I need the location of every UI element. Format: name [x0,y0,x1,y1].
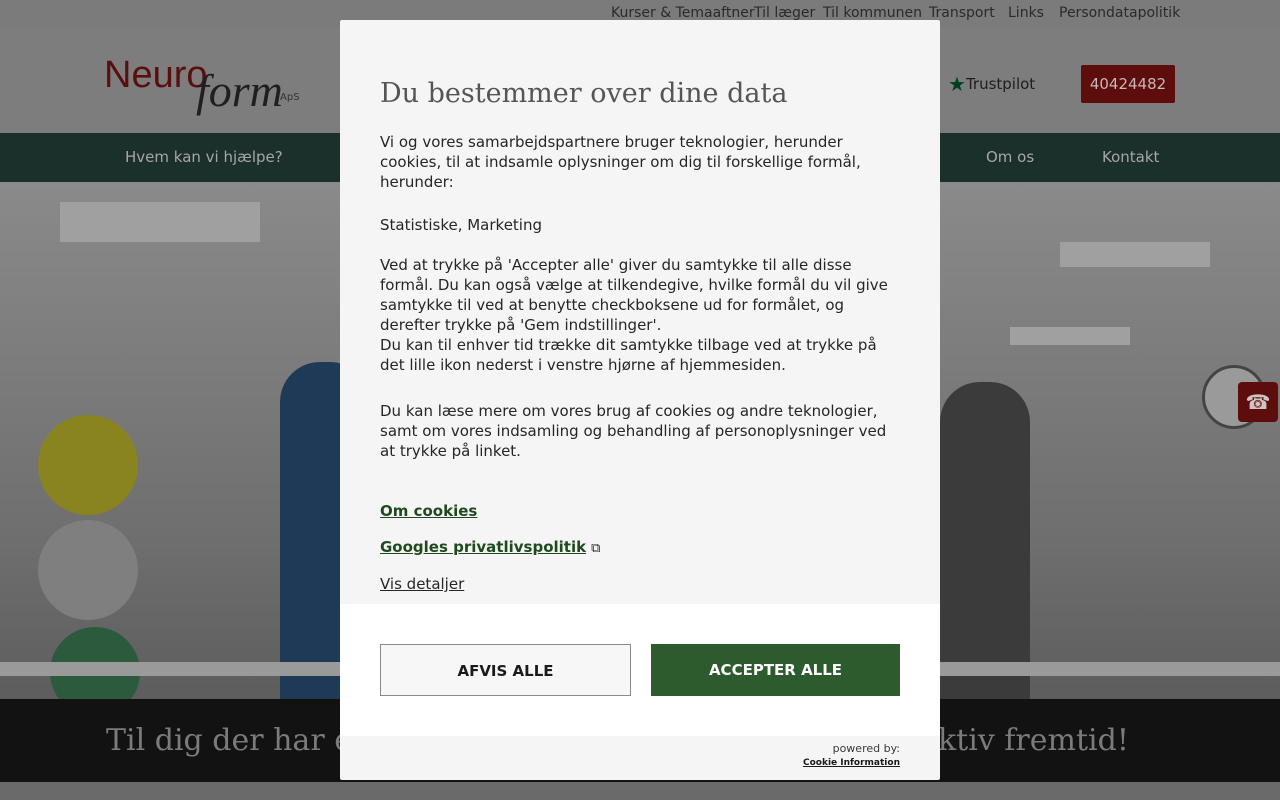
yellow-exercise-ball [38,415,138,515]
hero-tagline-left: Til dig der har en [106,723,372,758]
logo-aps-text: ApS [280,92,300,103]
top-link-kurser[interactable]: Kurser & Temaaftner [611,5,755,21]
google-privacy-link[interactable]: Googles privatlivspolitik ⧉ [380,538,600,556]
nav-item-hvem-kan-vi-hjaelpe[interactable]: Hvem kan vi hjælpe? [125,148,283,166]
page-bottom-strip [0,782,1280,800]
cookie-information-link[interactable]: Cookie Information [803,756,900,770]
top-link-links[interactable]: Links [1008,5,1044,21]
logo-neuro-text: Neuro [104,54,208,96]
om-cookies-link[interactable]: Om cookies [380,502,477,520]
top-link-kommunen[interactable]: Til kommunen [823,5,922,21]
withdraw-text: Du kan til enhver tid trække dit samtykk… [380,336,877,374]
logo-form-text: form [196,65,283,116]
top-link-laeger[interactable]: Til læger [754,5,815,21]
purposes-text: Statistiske, Marketing [380,216,542,234]
show-details-link[interactable]: Vis detaljer [380,575,464,593]
powered-by-label: powered by: [832,742,900,755]
nav-item-kontakt[interactable]: Kontakt [1102,148,1159,166]
ceiling-light [1010,327,1130,345]
modal-title: Du bestemmer over dine data [380,78,788,109]
phone-button[interactable]: 40424482 [1081,65,1175,103]
grey-exercise-ball [38,520,138,620]
trustpilot-label: Trustpilot [965,75,1036,93]
accept-all-button[interactable]: ACCEPTER ALLE [651,644,900,696]
intro-text: Vi og vores samarbejdspartnere bruger te… [380,133,861,191]
top-link-transport[interactable]: Transport [929,5,995,21]
top-link-persondatapolitik[interactable]: Persondatapolitik [1059,5,1180,21]
star-icon: ★ [948,72,966,96]
cookie-consent-modal: Du bestemmer over dine data Vi og vores … [340,20,940,780]
modal-button-area: AFVIS ALLE ACCEPTER ALLE [340,604,940,736]
google-privacy-label: Googles privatlivspolitik [380,538,587,556]
nav-item-om-os[interactable]: Om os [986,148,1034,166]
ceiling-panel [60,202,260,242]
external-link-icon: ⧉ [591,541,601,556]
powered-by: powered by: Cookie Information [803,742,900,770]
patient-figure [940,382,1030,699]
hero-tagline-right: ktiv fremtid! [938,723,1129,758]
phone-icon[interactable]: ☎ [1238,382,1278,422]
reject-all-button[interactable]: AFVIS ALLE [380,644,631,696]
consent-text: Ved at trykke på 'Accepter alle' giver d… [380,256,888,334]
more-info-text: Du kan læse mere om vores brug af cookie… [380,402,887,460]
ceiling-light [1060,242,1210,267]
trustpilot-badge[interactable]: ★Trustpilot [948,72,1035,96]
